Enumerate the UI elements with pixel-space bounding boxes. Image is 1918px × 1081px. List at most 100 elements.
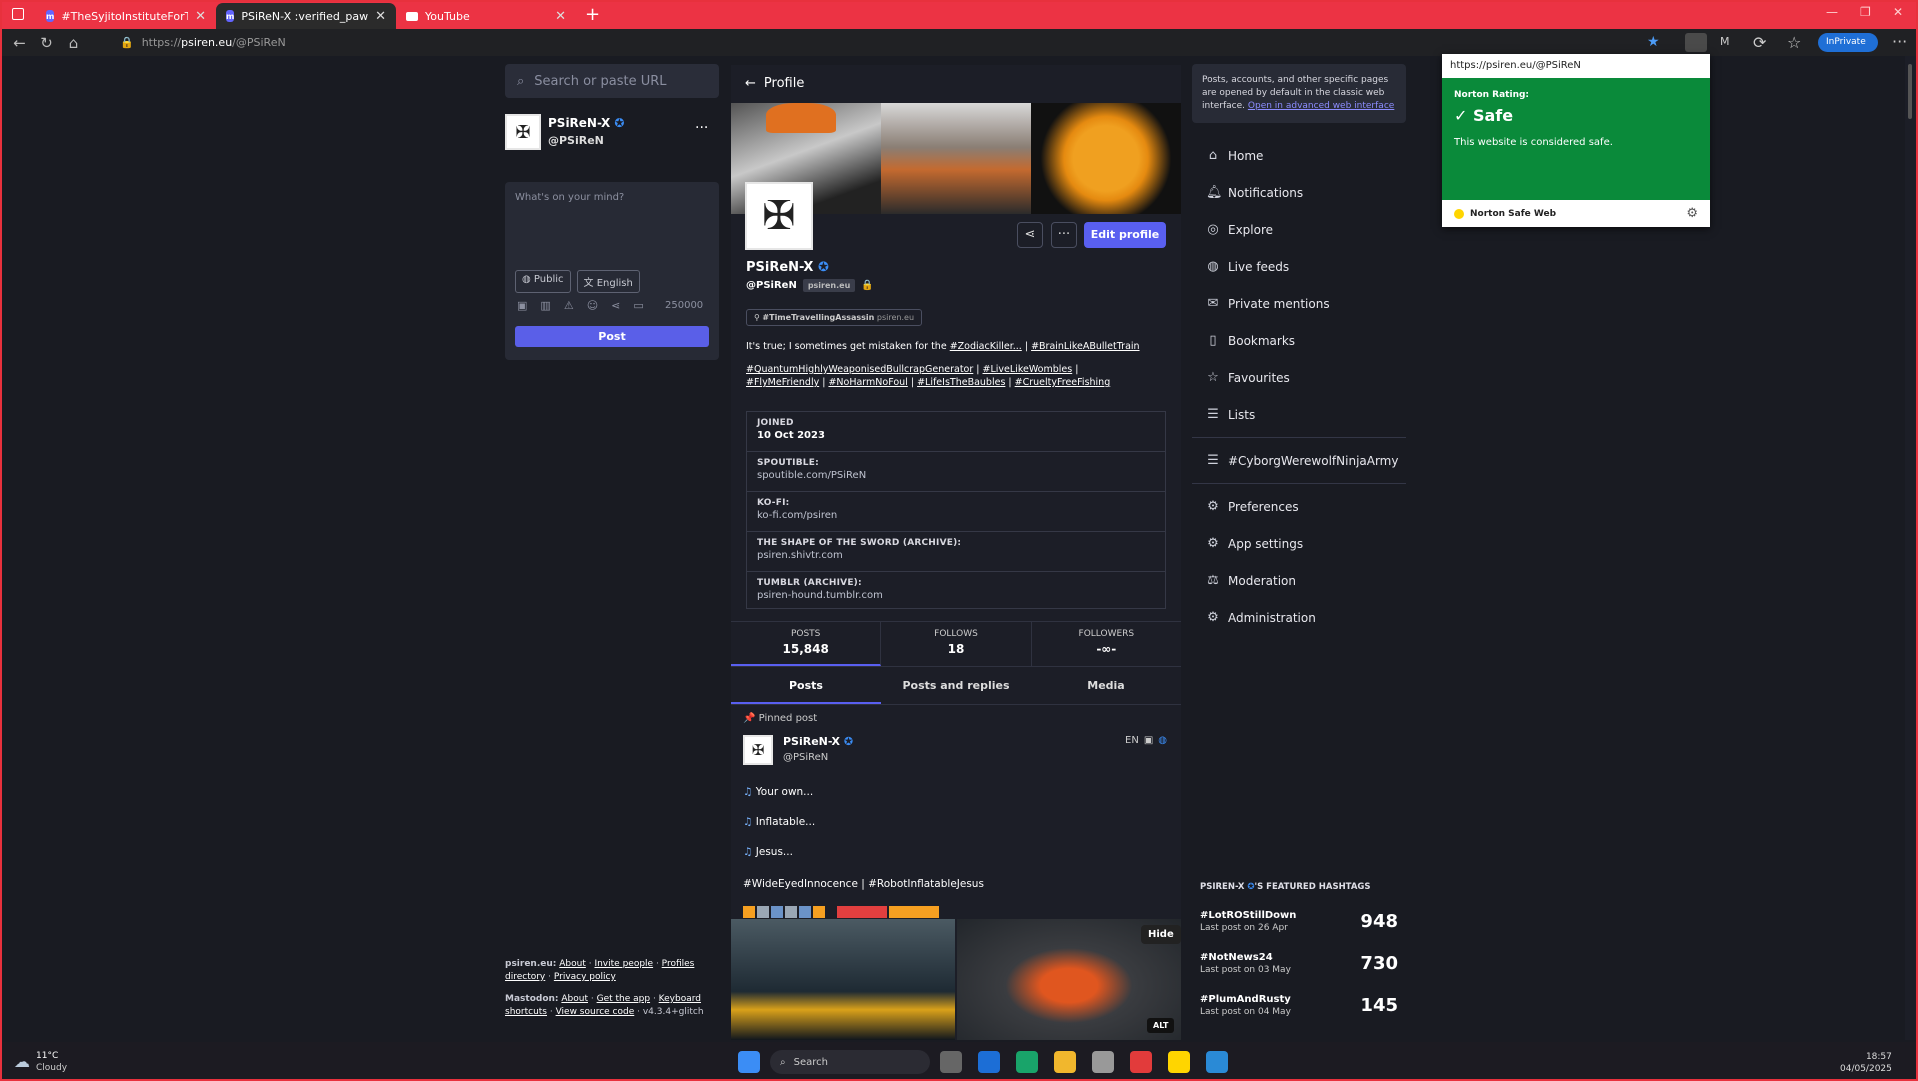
task-view-icon[interactable] xyxy=(940,1051,962,1073)
nav-moderation[interactable]: ⚖ Moderation xyxy=(1192,562,1406,599)
compose-box[interactable]: What's on your mind? ◍ Public 文 English … xyxy=(505,182,719,360)
edit-profile-button[interactable]: Edit profile xyxy=(1084,222,1166,248)
nav-preferences[interactable]: ⚙ Preferences xyxy=(1192,488,1406,525)
nav-bookmarks[interactable]: ▯ Bookmarks xyxy=(1192,322,1406,359)
address-bar[interactable]: 🔒 https://psiren.eu/@PSiReN xyxy=(112,32,1662,53)
stat-follows[interactable]: FOLLOWS 18 xyxy=(881,622,1032,666)
post-button[interactable]: Post xyxy=(515,326,709,347)
featured-hashtag[interactable]: #NotNews24 Last post on 03 May 730 xyxy=(1192,942,1406,984)
account-display-name[interactable]: PSiReN-X ✪ xyxy=(548,116,624,130)
tab-posts[interactable]: Posts xyxy=(731,667,881,704)
stat-followers[interactable]: FOLLOWERS -∞- xyxy=(1032,622,1181,666)
nav-notifications[interactable]: 🔔︎ Notifications xyxy=(1192,174,1406,211)
footer-source-link[interactable]: View source code xyxy=(556,1007,635,1017)
hide-media-button[interactable]: Hide xyxy=(1141,925,1181,944)
media-image-1[interactable] xyxy=(731,919,955,1040)
app-blue-icon[interactable] xyxy=(1206,1051,1228,1073)
favorite-star-icon[interactable]: ★ xyxy=(1647,34,1660,50)
poll-icon[interactable]: ▥ xyxy=(540,299,550,312)
tab-actions-icon[interactable] xyxy=(12,8,24,20)
profile-field[interactable]: TUMBLR (ARCHIVE): psiren-hound.tumblr.com xyxy=(747,572,1165,612)
featured-hashtag[interactable]: #LotROStillDown Last post on 26 Apr 948 xyxy=(1192,900,1406,942)
extension-m-icon[interactable]: M xyxy=(1720,35,1730,48)
nav-app-settings[interactable]: ⚙ App settings xyxy=(1192,525,1406,562)
inprivate-badge[interactable]: InPrivate xyxy=(1818,33,1878,52)
media-icon[interactable]: ▣ xyxy=(517,299,527,312)
file-explorer-icon[interactable] xyxy=(1054,1051,1076,1073)
post-author[interactable]: PSiReN-X ✪ xyxy=(783,735,853,748)
home-icon[interactable]: ⌂ xyxy=(60,34,87,52)
profile-column-header[interactable]: ← Profile xyxy=(745,76,804,91)
nav-administration[interactable]: ⚙ Administration xyxy=(1192,599,1406,636)
compose-textarea[interactable]: What's on your mind? xyxy=(515,192,624,203)
emoji-icon[interactable]: ☺ xyxy=(587,299,598,312)
browser-tab-3[interactable]: YouTube ✕ xyxy=(396,3,576,29)
advanced-interface-link[interactable]: Open in advanced web interface xyxy=(1248,101,1394,111)
language-button[interactable]: 文 English xyxy=(576,270,640,293)
bio-hashtag-link[interactable]: #LifeIsTheBaubles xyxy=(917,377,1005,388)
threads-icon[interactable]: ▭ xyxy=(633,299,643,312)
footer-get-app-link[interactable]: Get the app xyxy=(597,994,650,1004)
app-red-icon[interactable] xyxy=(1130,1051,1152,1073)
close-tab-icon[interactable]: ✕ xyxy=(375,9,386,24)
refresh-icon[interactable]: ↻ xyxy=(33,34,60,52)
page-scrollbar[interactable] xyxy=(1905,56,1916,1040)
search-input[interactable]: ⌕ Search or paste URL xyxy=(505,64,719,98)
stat-posts[interactable]: POSTS 15,848 xyxy=(731,622,882,666)
bio-hashtag-link[interactable]: #BrainLikeABulletTrain xyxy=(1031,341,1140,352)
edge-icon[interactable] xyxy=(1016,1051,1038,1073)
weather-widget[interactable]: ☁ 11°C Cloudy xyxy=(0,1050,200,1074)
back-icon[interactable]: ← xyxy=(6,34,33,52)
tab-media[interactable]: Media xyxy=(1031,667,1181,704)
footer-about-link[interactable]: About xyxy=(559,959,586,969)
profile-field[interactable]: KO-FI: ko-fi.com/psiren xyxy=(747,492,1165,532)
close-tab-icon[interactable]: ✕ xyxy=(195,9,206,24)
taskbar-search[interactable]: ⌕ Search xyxy=(770,1050,930,1074)
profile-field[interactable]: THE SHAPE OF THE SWORD (ARCHIVE): psiren.… xyxy=(747,532,1165,572)
nav-explore[interactable]: ◎ Explore xyxy=(1192,211,1406,248)
bio-hashtag-link[interactable]: #LiveLikeWombles xyxy=(983,364,1073,375)
post-hashtags[interactable]: #WideEyedInnocence | #RobotInflatableJes… xyxy=(743,869,984,899)
account-menu-icon[interactable]: ··· xyxy=(695,120,708,136)
warning-icon[interactable]: ⚠ xyxy=(564,299,574,312)
scrollbar-thumb[interactable] xyxy=(1908,64,1912,119)
post-media[interactable] xyxy=(731,919,1181,1040)
norton-extension-icon[interactable] xyxy=(1685,33,1707,52)
post-avatar[interactable]: ✠ xyxy=(743,735,773,765)
share-profile-button[interactable]: ⋖ xyxy=(1017,222,1043,248)
footer-mastodon-about-link[interactable]: About xyxy=(561,994,588,1004)
share-icon[interactable]: ⋖ xyxy=(611,299,620,312)
avatar[interactable]: ✠ xyxy=(505,114,541,150)
maximize-icon[interactable]: ❐ xyxy=(1860,5,1871,19)
bio-hashtag-link[interactable]: #FlyMeFriendly xyxy=(746,377,819,388)
nav-home[interactable]: ⌂ Home xyxy=(1192,137,1406,174)
nav-list-cyborg[interactable]: ☰ #CyborgWerewolfNinjaArmy xyxy=(1192,442,1406,479)
featured-hashtag[interactable]: #PlumAndRusty Last post on 04 May 145 xyxy=(1192,984,1406,1026)
nav-lists[interactable]: ☰ Lists xyxy=(1192,396,1406,433)
bio-hashtag-link[interactable]: #CrueltyFreeFishing xyxy=(1015,377,1111,388)
collections-icon[interactable]: ☆ xyxy=(1787,33,1801,52)
more-menu-icon[interactable]: ··· xyxy=(1892,32,1907,51)
gear-icon[interactable]: ⚙ xyxy=(1686,206,1698,221)
close-tab-icon[interactable]: ✕ xyxy=(555,9,566,24)
footer-privacy-link[interactable]: Privacy policy xyxy=(554,972,616,982)
nav-private-mentions[interactable]: ✉ Private mentions xyxy=(1192,285,1406,322)
nav-live-feeds[interactable]: ◍ Live feeds xyxy=(1192,248,1406,285)
tab-posts-and-replies[interactable]: Posts and replies xyxy=(881,667,1031,704)
visibility-button[interactable]: ◍ Public xyxy=(515,270,571,293)
footer-invite-link[interactable]: Invite people xyxy=(594,959,653,969)
profile-more-button[interactable]: ··· xyxy=(1051,222,1077,248)
bio-hashtag-link[interactable]: #ZodiacKiller... xyxy=(950,341,1022,352)
bio-hashtag-link[interactable]: #QuantumHighlyWeaponisedBullcrapGenerato… xyxy=(746,364,973,375)
new-tab-icon[interactable]: + xyxy=(585,4,600,25)
outlook-icon[interactable] xyxy=(978,1051,1000,1073)
profile-avatar[interactable]: ✠ xyxy=(745,182,813,250)
browser-tab-2[interactable]: m PSiReN-X :verified_paw: (@PSiReN ✕ xyxy=(216,3,396,29)
sync-icon[interactable]: ⟳ xyxy=(1753,33,1766,52)
minimize-icon[interactable]: — xyxy=(1826,5,1838,19)
profile-field[interactable]: SPOUTIBLE: spoutible.com/PSiReN xyxy=(747,452,1165,492)
norton-icon[interactable] xyxy=(1168,1051,1190,1073)
clock[interactable]: 18:57 04/05/2025 xyxy=(1840,1051,1892,1075)
close-window-icon[interactable]: ✕ xyxy=(1893,5,1903,19)
back-arrow-icon[interactable]: ← xyxy=(745,76,756,91)
